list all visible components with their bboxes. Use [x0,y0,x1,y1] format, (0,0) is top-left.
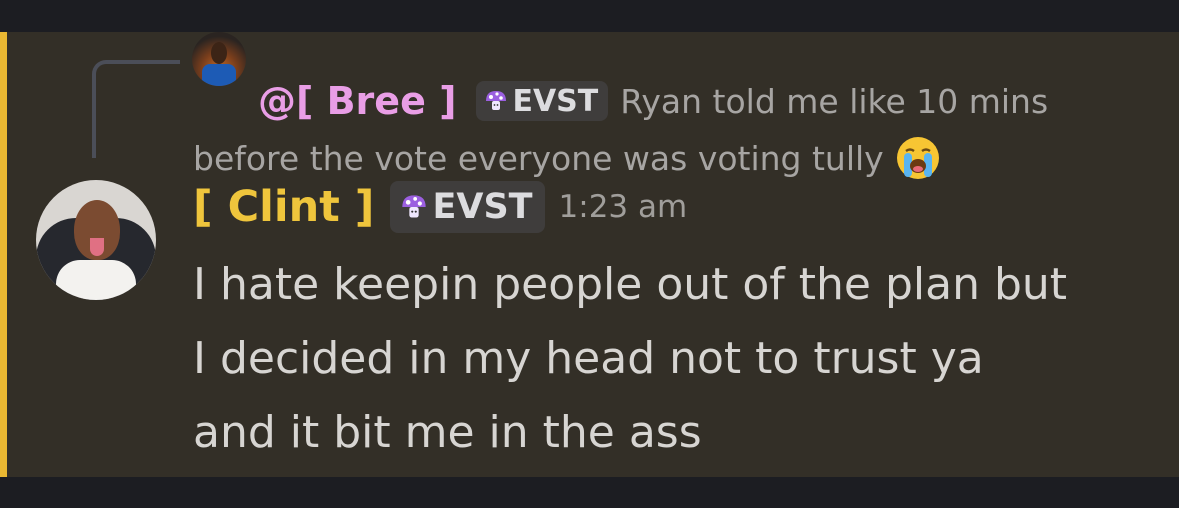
reply-author-name[interactable]: @[ Bree ] [258,79,456,123]
message-timestamp[interactable]: 1:23 am [559,189,688,225]
loudly-crying-face-icon [896,137,939,179]
avatar-shirt-shape [56,260,136,300]
author-server-tag[interactable]: EVST [390,181,545,233]
reply-preview[interactable]: @[ Bree ] EVST Ryan told me like 10 mins [258,74,1048,128]
avatar-jersey-shape [202,64,236,86]
reply-server-tag-text: EVST [512,83,599,119]
reply-author-avatar[interactable] [192,32,246,86]
mushroom-icon [402,195,427,218]
reply-text-line1: Ryan told me like 10 mins [620,81,1049,121]
avatar-tongue-shape [90,238,104,256]
author-avatar[interactable] [36,180,156,300]
message-content: I hate keepin people out of the plan but… [193,259,1068,458]
mention-highlight-bar [0,32,7,477]
reply-server-tag[interactable]: EVST [476,81,609,121]
chat-message: @[ Bree ] EVST Ryan told me like 10 mins… [0,32,1179,477]
author-name[interactable]: [ Clint ] [193,182,374,232]
reply-text-line2: before the vote everyone was voting tull… [193,138,884,178]
avatar-head-shape [211,42,227,64]
reply-preview-continued[interactable]: before the vote everyone was voting tull… [193,132,942,184]
mushroom-icon [486,91,507,110]
author-server-tag-text: EVST [432,187,533,227]
reply-connector-line [92,60,180,158]
message-header: [ Clint ] EVST 1:23 am [193,181,688,233]
